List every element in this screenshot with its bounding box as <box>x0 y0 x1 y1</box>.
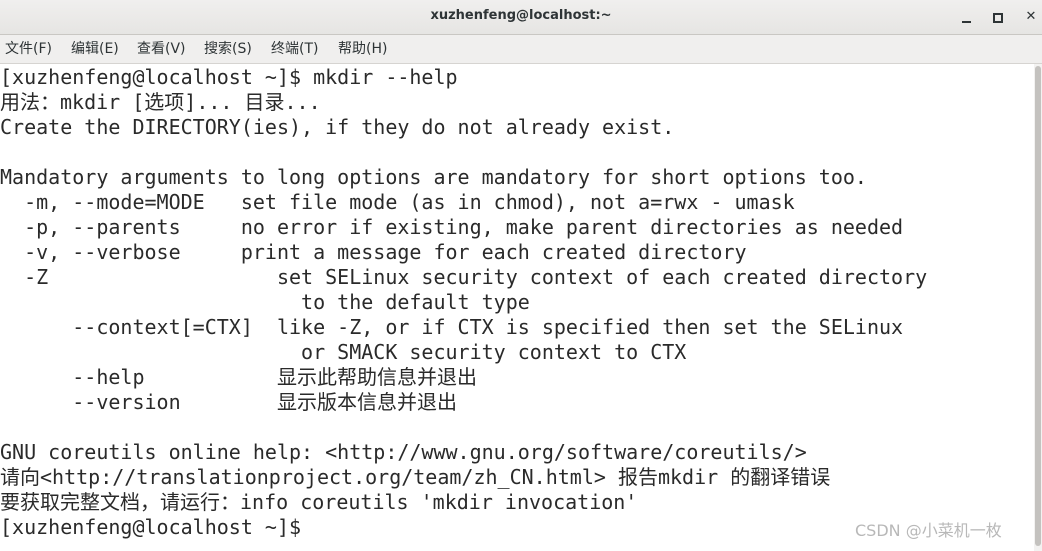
terminal-prompt: [xuzhenfeng@localhost ~]$ <box>0 515 302 539</box>
menu-terminal[interactable]: 终端(T) <box>271 35 318 63</box>
menu-search[interactable]: 搜索(S) <box>204 35 252 63</box>
terminal-line: --context[=CTX] like -Z, or if CTX is sp… <box>0 315 904 339</box>
terminal-line: Create the DIRECTORY(ies), if they do no… <box>0 115 675 139</box>
terminal-line: 要获取完整文档，请运行：info coreutils 'mkdir invoca… <box>0 490 638 514</box>
terminal-line: GNU coreutils online help: <http://www.g… <box>0 440 807 464</box>
close-icon: ✕ <box>1025 9 1037 24</box>
window-title: xuzhenfeng@localhost:~ <box>430 8 612 23</box>
menu-bar: 文件(F) 编辑(E) 查看(V) 搜索(S) 终端(T) 帮助(H) <box>0 35 1042 64</box>
terminal-line: to the default type <box>0 290 530 314</box>
terminal-output[interactable]: [xuzhenfeng@localhost ~]$ mkdir --help 用… <box>0 64 1034 551</box>
close-button[interactable]: ✕ <box>1020 6 1042 28</box>
terminal-scrollbar[interactable] <box>1034 64 1042 551</box>
menu-edit[interactable]: 编辑(E) <box>71 35 119 63</box>
terminal-line: -v, --verbose print a message for each c… <box>0 240 747 264</box>
minimize-icon <box>962 21 971 23</box>
terminal-line: Mandatory arguments to long options are … <box>0 165 867 189</box>
watermark: CSDN @小菜机一枚 <box>855 521 1002 540</box>
window-titlebar[interactable]: xuzhenfeng@localhost:~ ✕ <box>0 0 1042 35</box>
terminal-line: or SMACK security context to CTX <box>0 340 687 364</box>
terminal-line: -m, --mode=MODE set file mode (as in chm… <box>0 190 795 214</box>
maximize-icon <box>993 13 1003 23</box>
terminal-line: --help 显示此帮助信息并退出 <box>0 365 477 389</box>
terminal-line: --version 显示版本信息并退出 <box>0 390 457 414</box>
scrollbar-thumb[interactable] <box>1035 66 1041 546</box>
maximize-button[interactable] <box>987 6 1009 28</box>
terminal-line: 请向<http://translationproject.org/team/zh… <box>0 465 831 489</box>
minimize-button[interactable] <box>956 6 978 28</box>
terminal-line: 用法：mkdir [选项]... 目录... <box>0 90 321 114</box>
menu-help[interactable]: 帮助(H) <box>338 35 387 63</box>
terminal-line: -p, --parents no error if existing, make… <box>0 215 904 239</box>
terminal-line: -Z set SELinux security context of each … <box>0 265 928 289</box>
menu-view[interactable]: 查看(V) <box>137 35 186 63</box>
terminal-line: [xuzhenfeng@localhost ~]$ mkdir --help <box>0 65 458 89</box>
menu-file[interactable]: 文件(F) <box>5 35 52 63</box>
